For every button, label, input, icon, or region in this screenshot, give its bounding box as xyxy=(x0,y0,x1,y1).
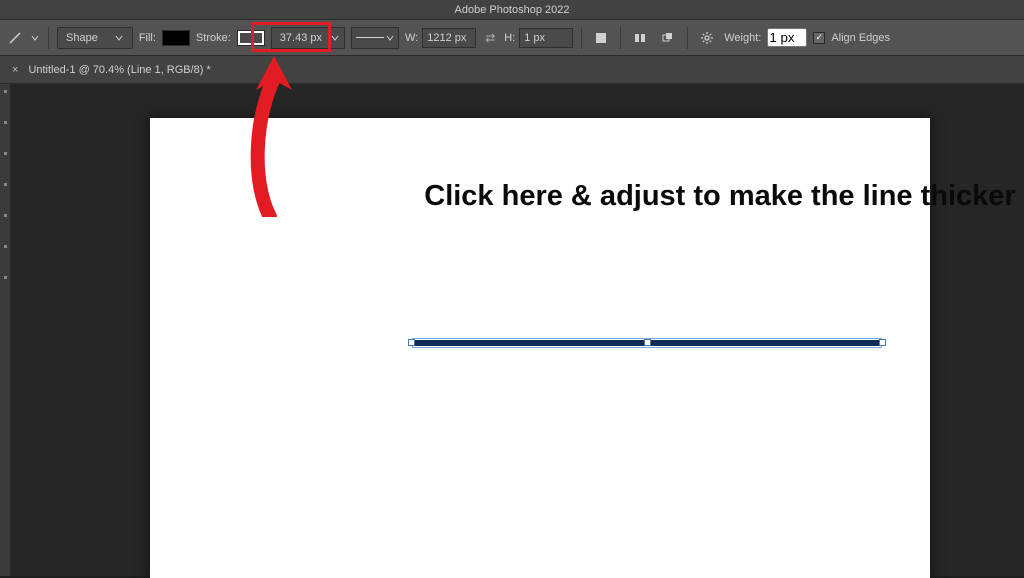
document-tab-bar: × Untitled-1 @ 70.4% (Line 1, RGB/8) * xyxy=(0,56,1024,84)
path-align-button[interactable] xyxy=(629,27,651,49)
tool-chevron-icon[interactable] xyxy=(30,33,40,43)
tab-close-icon[interactable]: × xyxy=(12,64,18,76)
align-edges-label: Align Edges xyxy=(831,32,890,44)
app-title: Adobe Photoshop 2022 xyxy=(455,4,570,16)
line-shape-object[interactable] xyxy=(412,338,882,348)
canvas[interactable]: Click here & adjust to make the line thi… xyxy=(150,118,930,578)
workspace: Click here & adjust to make the line thi… xyxy=(0,84,1024,576)
gear-icon[interactable] xyxy=(696,27,718,49)
divider xyxy=(687,27,688,49)
path-arrange-button[interactable] xyxy=(657,27,679,49)
chevron-down-icon xyxy=(330,33,340,43)
height-label: H: xyxy=(504,32,515,44)
additional-options: Weight: ✓ Align Edges xyxy=(696,27,890,49)
canvas-viewport[interactable]: Click here & adjust to make the line thi… xyxy=(10,84,1024,576)
tool-mode-label: Shape xyxy=(66,32,98,44)
fill-swatch[interactable] xyxy=(162,30,190,46)
height-input[interactable] xyxy=(519,28,573,48)
weight-label: Weight: xyxy=(724,32,761,44)
divider xyxy=(620,27,621,49)
stroke-style-select[interactable] xyxy=(351,27,399,49)
stroke-width-value: 37.43 px xyxy=(280,32,322,44)
solid-line-icon xyxy=(356,37,384,38)
divider xyxy=(581,27,582,49)
width-input[interactable] xyxy=(422,28,476,48)
fill-label: Fill: xyxy=(139,32,156,44)
tool-mode-select[interactable]: Shape xyxy=(57,27,133,49)
options-bar: Shape Fill: Stroke: 37.43 px W: ⇄ H: xyxy=(0,20,1024,56)
transform-handle-mid[interactable] xyxy=(644,339,651,346)
weight-input[interactable] xyxy=(767,28,807,47)
divider xyxy=(48,27,49,49)
chevron-down-icon xyxy=(114,33,124,43)
transform-handle-right[interactable] xyxy=(879,339,886,346)
stroke-label: Stroke: xyxy=(196,32,231,44)
width-label: W: xyxy=(405,32,418,44)
transform-handle-left[interactable] xyxy=(408,339,415,346)
left-ruler xyxy=(0,84,10,576)
path-ops-button[interactable] xyxy=(590,27,612,49)
stroke-width-input[interactable]: 37.43 px xyxy=(271,27,345,49)
annotation-text: Click here & adjust to make the line thi… xyxy=(410,178,1024,216)
link-dimensions-icon[interactable]: ⇄ xyxy=(482,30,498,46)
line-tool-icon[interactable] xyxy=(8,31,22,45)
app-title-bar: Adobe Photoshop 2022 xyxy=(0,0,1024,20)
chevron-down-icon xyxy=(386,33,394,43)
width-group: W: xyxy=(405,28,476,48)
align-edges-checkbox[interactable]: ✓ xyxy=(813,32,825,44)
stroke-swatch[interactable] xyxy=(237,30,265,46)
document-tab-title[interactable]: Untitled-1 @ 70.4% (Line 1, RGB/8) * xyxy=(28,64,210,76)
height-group: H: xyxy=(504,28,573,48)
